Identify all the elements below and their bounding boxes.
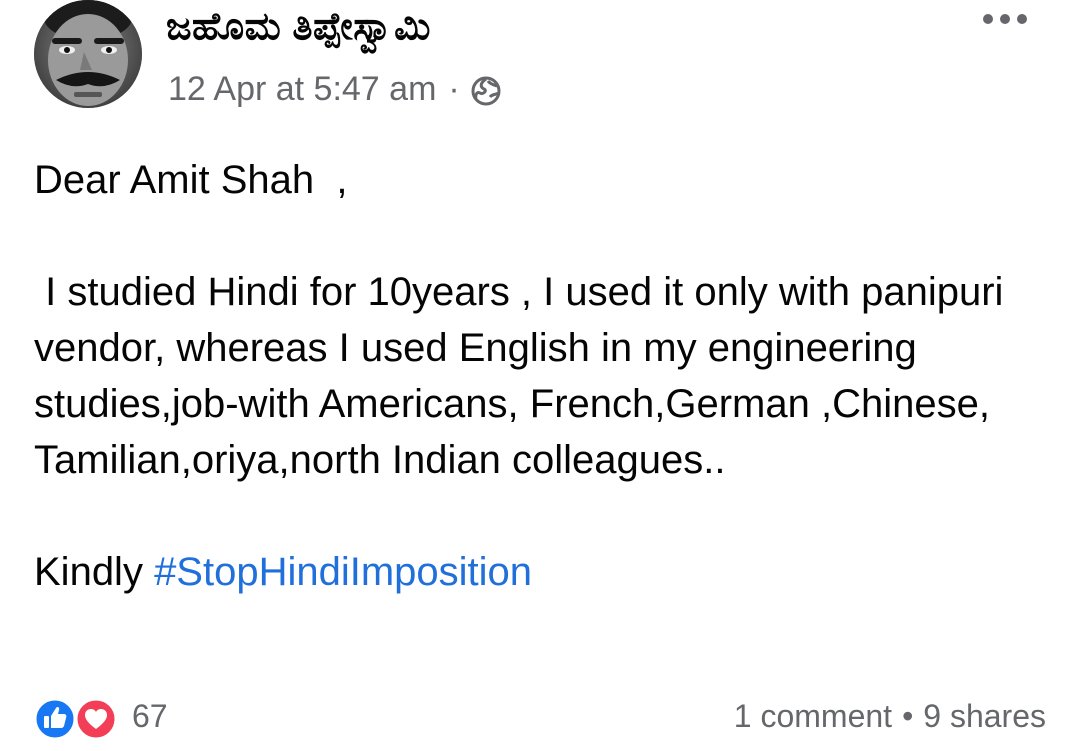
post-blank-line (34, 488, 1054, 544)
avatar[interactable] (34, 0, 142, 108)
meta-separator: · (448, 70, 460, 108)
post-closing: Kindly #StopHindiImposition (34, 544, 1054, 600)
post-header: ಜಹೊಮ ತಿಪ್ಪೇಸ್ವಾಮಿ 12 Apr at 5:47 am · (0, 0, 1080, 120)
post-meta: 12 Apr at 5:47 am · (168, 70, 502, 109)
post-body: Dear Amit Shah , I studied Hindi for 10y… (34, 152, 1054, 600)
engagement-separator: • (902, 698, 914, 734)
author-name[interactable]: ಜಹೊಮ ತಿಪ್ಪೇಸ್ವಾಮಿ (166, 6, 431, 49)
love-icon (74, 697, 118, 741)
engagement-summary: 1 comment • 9 shares (734, 698, 1046, 735)
avatar-photo (34, 0, 142, 108)
post-paragraph: I studied Hindi for 10years , I used it … (34, 270, 1015, 482)
reaction-count[interactable]: 67 (132, 698, 168, 735)
post-blank-line (34, 208, 1054, 264)
like-icon (33, 697, 77, 741)
post-timestamp[interactable]: 12 Apr at 5:47 am (168, 70, 436, 109)
post-footer: 67 1 comment • 9 shares (0, 690, 1080, 746)
share-count[interactable]: 9 shares (923, 698, 1046, 734)
globe-icon[interactable] (470, 75, 502, 107)
more-options-button[interactable] (980, 6, 1030, 32)
comment-count[interactable]: 1 comment (734, 698, 892, 734)
more-options-icon (983, 14, 1027, 24)
post-greeting: Dear Amit Shah , (34, 158, 348, 202)
reaction-icons[interactable] (32, 696, 122, 742)
post-closing-text: Kindly (34, 550, 155, 594)
hashtag-link[interactable]: #StopHindiImposition (154, 550, 532, 594)
